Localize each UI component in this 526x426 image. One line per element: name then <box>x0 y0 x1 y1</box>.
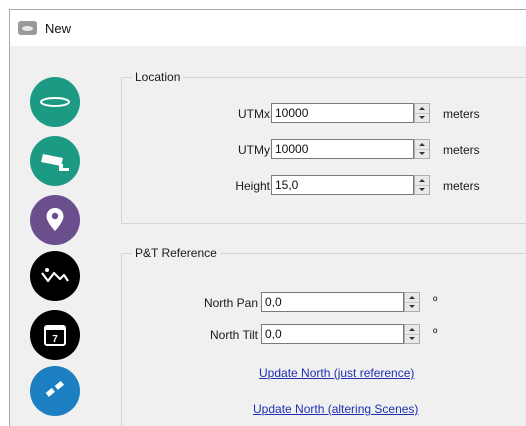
north-pan-unit: º <box>433 294 438 308</box>
location-legend: Location <box>132 70 184 84</box>
mountain-icon <box>41 268 69 283</box>
north-tilt-input[interactable] <box>261 324 404 344</box>
window-title: New <box>45 20 72 36</box>
north-tilt-spinner[interactable] <box>404 324 420 344</box>
north-pan-label: North Pan <box>203 296 258 310</box>
height-unit: meters <box>443 179 480 193</box>
spin-down-icon[interactable] <box>415 113 429 122</box>
spin-down-icon[interactable] <box>405 302 419 311</box>
utmx-label: UTMx <box>238 107 270 121</box>
utmy-spinner[interactable] <box>414 139 430 159</box>
pt-reference-group: P&T Reference North Pan º North Tilt º U… <box>121 246 526 426</box>
utmx-spinner[interactable] <box>414 103 430 123</box>
pt-reference-legend: P&T Reference <box>132 246 220 260</box>
sidebar-item-camera[interactable] <box>30 136 80 186</box>
spin-down-icon[interactable] <box>415 149 429 158</box>
location-group: Location UTMx meters UTMy meters Height … <box>121 70 526 224</box>
satellite-icon <box>45 380 64 397</box>
height-spinner[interactable] <box>414 175 430 195</box>
window-app-icon <box>18 21 37 35</box>
new-window: New 7 Location UTMx 10000 meters UTMy 10… <box>9 9 526 426</box>
sidebar: 7 <box>10 46 110 426</box>
sidebar-item-ring-view[interactable] <box>30 77 80 127</box>
north-pan-spinner[interactable] <box>404 292 420 312</box>
north-tilt-unit: º <box>433 326 438 340</box>
sidebar-item-satellite[interactable] <box>30 366 80 416</box>
height-input[interactable] <box>271 175 414 195</box>
utmy-label: UTMy <box>238 143 270 157</box>
map-pin-icon <box>46 208 64 231</box>
sidebar-item-calendar[interactable]: 7 <box>30 310 80 360</box>
update-north-scenes-link[interactable]: Update North (altering Scenes) <box>253 402 418 416</box>
north-tilt-label: North Tilt <box>209 328 258 342</box>
update-north-reference-link[interactable]: Update North (just reference) <box>259 366 414 380</box>
calendar-icon: 7 <box>44 325 66 346</box>
ring-icon <box>40 97 70 107</box>
utmx-unit: meters <box>443 107 480 121</box>
spin-down-icon[interactable] <box>415 185 429 194</box>
sidebar-item-location[interactable] <box>30 195 80 245</box>
sidebar-item-terrain[interactable] <box>30 251 80 301</box>
utmx-input[interactable] <box>271 103 414 123</box>
utmy-input[interactable] <box>271 139 414 159</box>
svg-text:7: 7 <box>52 334 58 345</box>
cctv-camera-icon <box>41 154 69 171</box>
spin-down-icon[interactable] <box>405 334 419 343</box>
north-pan-input[interactable] <box>261 292 404 312</box>
height-label: Height <box>235 179 270 193</box>
utmy-unit: meters <box>443 143 480 157</box>
title-bar: New <box>10 10 526 46</box>
